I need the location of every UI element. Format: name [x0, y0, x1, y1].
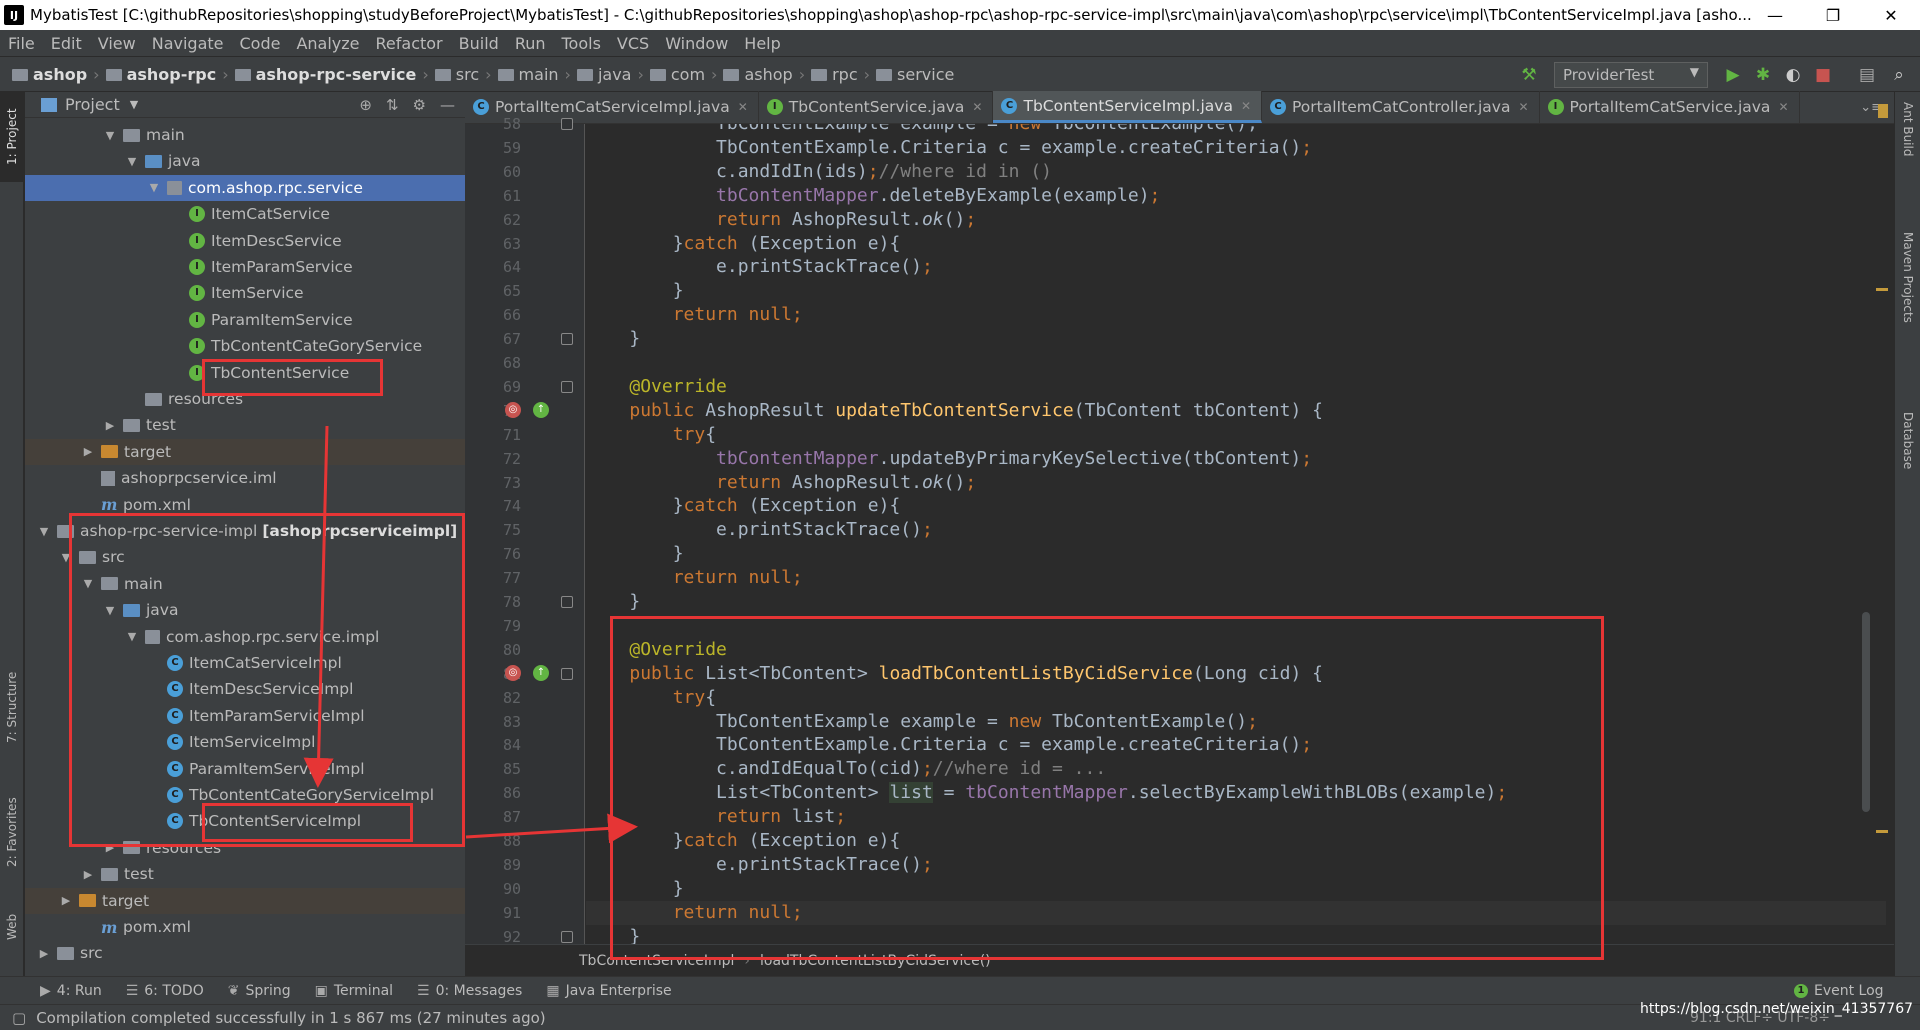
arrow-impl-to-method	[465, 813, 638, 844]
arrow-interface-to-impl	[303, 425, 334, 788]
annotation-arrows	[303, 425, 638, 844]
